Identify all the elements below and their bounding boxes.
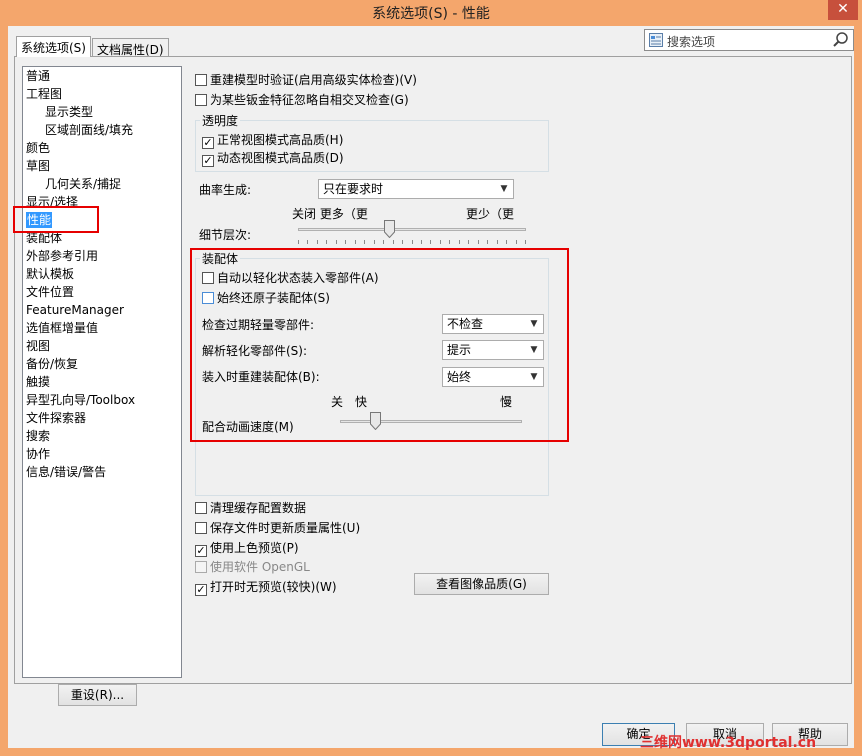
- tree-item-messages-errors-warnings[interactable]: 信息/错误/警告: [26, 464, 106, 480]
- checkbox-shaded-preview[interactable]: ✓: [195, 545, 207, 557]
- option-label: 为某些钣金特征忽略自相交叉检查(G): [210, 93, 409, 107]
- tree-item-relations-snaps[interactable]: 几何关系/捕捉: [45, 176, 121, 192]
- tree-item-view[interactable]: 视图: [26, 338, 50, 354]
- option-ignore-self-intersection[interactable]: 为某些钣金特征忽略自相交叉检查(G): [195, 92, 409, 108]
- option-software-opengl: 使用软件 OpenGL: [195, 559, 310, 575]
- checkbox-ignore-self-intersection[interactable]: [195, 94, 207, 106]
- tree-item-drawings[interactable]: 工程图: [26, 86, 62, 102]
- tree-item-external-references[interactable]: 外部参考引用: [26, 248, 98, 264]
- options-tree[interactable]: 普通 工程图 显示类型 区域剖面线/填充 颜色 草图 几何关系/捕捉 显示/选择…: [22, 66, 182, 678]
- tree-item-file-locations[interactable]: 文件位置: [26, 284, 74, 300]
- tree-item-search[interactable]: 搜索: [26, 428, 50, 444]
- tree-item-area-hatch[interactable]: 区域剖面线/填充: [45, 122, 133, 138]
- tree-item-colors[interactable]: 颜色: [26, 140, 50, 156]
- tree-item-default-templates[interactable]: 默认模板: [26, 266, 74, 282]
- detail-left-label: 关闭 更多（更: [292, 207, 368, 221]
- tree-item-touch[interactable]: 触摸: [26, 374, 50, 390]
- option-label: 使用上色预览(P): [210, 541, 299, 555]
- option-label: 动态视图模式高品质(D): [217, 151, 344, 165]
- option-no-preview-on-open[interactable]: ✓ 打开时无预览(较快)(W): [195, 579, 337, 596]
- tree-item-backup-recover[interactable]: 备份/恢复: [26, 356, 78, 372]
- dialog-client: 系统选项(S) 文档属性(D) 搜索选项 普通 工程图 显示类型 区域剖面线/填…: [8, 26, 854, 748]
- close-icon: ✕: [837, 1, 849, 17]
- checkbox-dynamic-view-hq[interactable]: ✓: [202, 155, 214, 167]
- close-button[interactable]: ✕: [828, 0, 858, 20]
- search-input[interactable]: 搜索选项: [667, 33, 715, 50]
- search-icon[interactable]: [832, 31, 850, 49]
- tree-item-featuremanager[interactable]: FeatureManager: [26, 302, 124, 318]
- highlight-box-assembly: [190, 248, 569, 442]
- checkbox-verify-rebuild[interactable]: [195, 74, 207, 86]
- tab-label: 文档属性(D): [97, 43, 164, 57]
- tree-item-general[interactable]: 普通: [26, 68, 50, 84]
- highlight-box-performance: [13, 206, 99, 233]
- tree-item-file-explorer[interactable]: 文件探索器: [26, 410, 86, 426]
- option-update-mass-properties[interactable]: 保存文件时更新质量属性(U): [195, 520, 360, 536]
- tab-system-options[interactable]: 系统选项(S): [16, 36, 91, 57]
- option-purge-cached-configs[interactable]: 清理缓存配置数据: [195, 500, 306, 516]
- window-title: 系统选项(S) - 性能: [372, 6, 490, 22]
- tree-item-hole-wizard-toolbox[interactable]: 异型孔向导/Toolbox: [26, 392, 135, 408]
- tree-item-collaboration[interactable]: 协作: [26, 446, 50, 462]
- option-label: 打开时无预览(较快)(W): [210, 580, 337, 594]
- tab-document-properties[interactable]: 文档属性(D): [92, 38, 169, 57]
- image-quality-button[interactable]: 查看图像品质(G): [414, 573, 549, 595]
- option-dynamic-view-hq[interactable]: ✓ 动态视图模式高品质(D): [202, 150, 344, 167]
- checkbox-no-preview-on-open[interactable]: ✓: [195, 584, 207, 596]
- transparency-group-title: 透明度: [200, 112, 241, 129]
- checkbox-normal-view-hq[interactable]: ✓: [202, 137, 214, 149]
- option-normal-view-hq[interactable]: ✓ 正常视图模式高品质(H): [202, 132, 343, 149]
- curvature-label: 曲率生成:: [199, 183, 252, 197]
- search-box[interactable]: 搜索选项: [644, 29, 854, 51]
- detail-slider-track: [298, 228, 526, 231]
- option-label: 清理缓存配置数据: [210, 501, 307, 515]
- checkbox-update-mass-properties[interactable]: [195, 522, 207, 534]
- option-label: 正常视图模式高品质(H): [217, 133, 344, 147]
- checkbox-software-opengl: [195, 561, 207, 573]
- option-shaded-preview[interactable]: ✓ 使用上色预览(P): [195, 540, 299, 557]
- detail-slider-ticks: [298, 240, 526, 244]
- detail-slider-thumb[interactable]: [384, 220, 396, 238]
- reset-button[interactable]: 重设(R)...: [58, 684, 137, 706]
- tree-item-sketch[interactable]: 草图: [26, 158, 50, 174]
- tab-label: 系统选项(S): [21, 41, 86, 55]
- watermark: 三维网www.3dportal.cn: [640, 735, 817, 751]
- tree-item-display-style[interactable]: 显示类型: [45, 104, 93, 120]
- tree-item-spin-box-increments[interactable]: 选值框增量值: [26, 320, 98, 336]
- curvature-select[interactable]: 只在要求时 ▼: [318, 179, 514, 199]
- detail-right-label: 更少（更: [466, 207, 515, 221]
- detail-label: 细节层次:: [199, 228, 252, 242]
- option-label: 使用软件 OpenGL: [210, 560, 310, 574]
- option-label: 保存文件时更新质量属性(U): [210, 521, 361, 535]
- option-label: 重建模型时验证(启用高级实体检查)(V): [210, 73, 417, 87]
- option-verify-rebuild[interactable]: 重建模型时验证(启用高级实体检查)(V): [195, 72, 417, 88]
- chevron-down-icon: ▼: [500, 184, 508, 194]
- checkbox-purge-cached-configs[interactable]: [195, 502, 207, 514]
- curvature-value: 只在要求时: [323, 182, 384, 196]
- search-options-icon: [649, 33, 663, 47]
- title-bar: 系统选项(S) - 性能 ✕: [0, 0, 862, 26]
